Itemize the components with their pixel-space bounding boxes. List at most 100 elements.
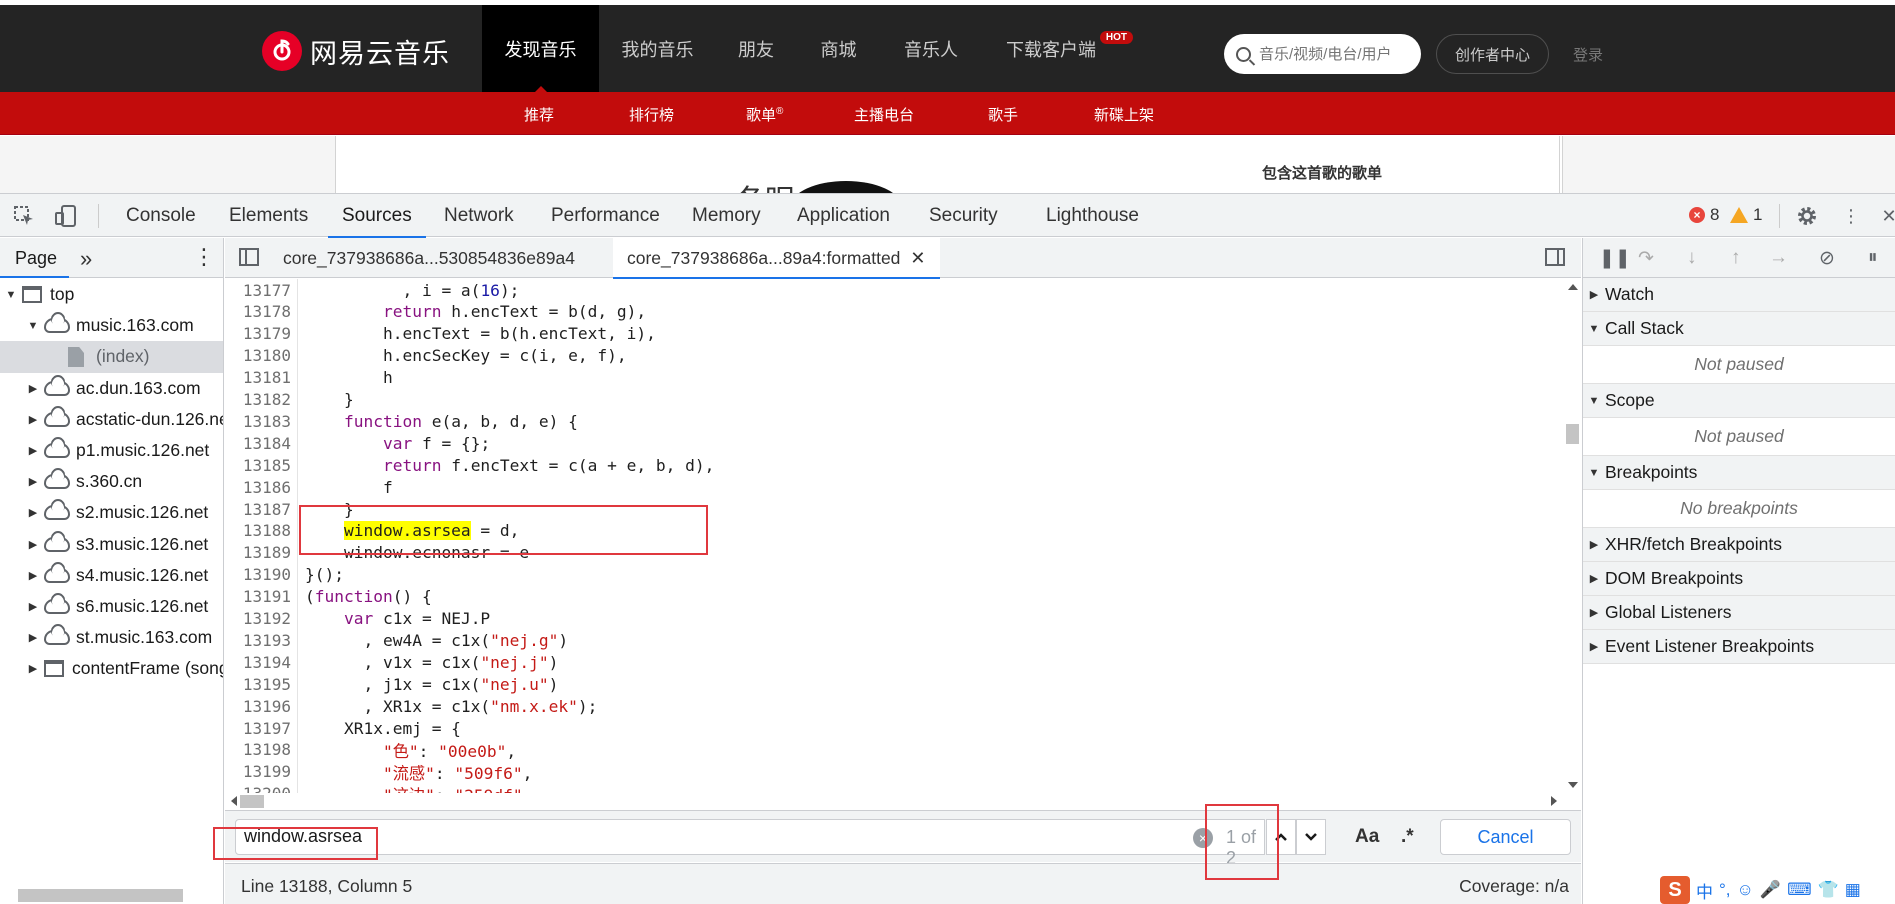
cancel-button[interactable]: Cancel [1440, 819, 1571, 855]
login-link[interactable]: 登录 [1573, 44, 1603, 65]
code-line[interactable]: 13184 var f = {}; [225, 432, 1565, 454]
scroll-thumb[interactable] [1566, 424, 1579, 444]
code-line[interactable]: 13193 , ew4A = c1x("nej.g") [225, 629, 1565, 651]
tab-network[interactable]: Network [444, 194, 514, 237]
code-line[interactable]: 13182 } [225, 389, 1565, 411]
tab-application[interactable]: Application [797, 194, 890, 237]
expand-arrow-right-icon[interactable]: ▶ [26, 600, 40, 613]
code-line[interactable]: 13180 h.encSecKey = c(i, e, f), [225, 345, 1565, 367]
code-line[interactable]: 13187 } [225, 498, 1565, 520]
code-line[interactable]: 13190}(); [225, 564, 1565, 586]
line-number[interactable]: 13179 [225, 324, 291, 343]
toolbox-icon[interactable]: ▦ [1845, 880, 1861, 900]
creator-center-button[interactable]: 创作者中心 [1436, 34, 1549, 74]
close-icon[interactable]: ✕ [1878, 205, 1895, 227]
tree-item[interactable]: ▼ music.163.com [0, 310, 223, 341]
code-line[interactable]: 13186 f [225, 476, 1565, 498]
match-case-button[interactable]: Aa [1355, 826, 1379, 848]
code-view[interactable]: 13177 , i = a(16); 13178 return h.encText… [225, 279, 1581, 793]
more-tabs-icon[interactable]: » [80, 246, 92, 272]
expand-arrow-right-icon[interactable]: ▶ [26, 538, 40, 551]
line-number[interactable]: 13196 [225, 697, 291, 716]
tree-item[interactable]: ▶ p1.music.126.net [0, 435, 223, 466]
expand-arrow-right-icon[interactable]: ▶ [26, 382, 40, 395]
subnav-charts[interactable]: 排行榜 [629, 104, 674, 125]
scroll-down-icon[interactable] [1568, 782, 1578, 788]
line-number[interactable]: 13187 [225, 500, 291, 519]
ime-language[interactable]: 中 [1696, 878, 1713, 903]
tab-sources[interactable]: Sources [328, 194, 426, 238]
tree-item[interactable]: ▶ s4.music.126.net [0, 560, 223, 591]
line-number[interactable]: 13186 [225, 478, 291, 497]
step-out-icon[interactable]: ↑ [1731, 247, 1741, 269]
vertical-scrollbar[interactable] [1565, 279, 1581, 793]
expand-arrow-right-icon[interactable]: ▶ [26, 662, 40, 675]
horizontal-scrollbar[interactable] [225, 793, 1565, 809]
line-number[interactable]: 13195 [225, 675, 291, 694]
code-line[interactable]: 13200 "这边": "259df", [225, 783, 1565, 793]
code-line[interactable]: 13183 function e(a, b, d, e) { [225, 410, 1565, 432]
expand-arrow-right-icon[interactable]: ▶ [1583, 640, 1605, 653]
step-icon[interactable]: → [1769, 247, 1788, 269]
tab-console[interactable]: Console [126, 194, 196, 237]
subnav-recommend[interactable]: 推荐 [524, 104, 554, 125]
step-over-icon[interactable]: ↷ [1638, 247, 1654, 270]
code-line[interactable]: 13192 var c1x = NEJ.P [225, 608, 1565, 630]
expand-arrow-right-icon[interactable]: ▶ [26, 631, 40, 644]
subnav-radio[interactable]: 主播电台 [854, 104, 914, 125]
subnav-new-albums[interactable]: 新碟上架 [1094, 104, 1154, 125]
line-number[interactable]: 13193 [225, 631, 291, 650]
line-number[interactable]: 13199 [225, 762, 291, 781]
code-line[interactable]: 13179 h.encText = b(h.encText, i), [225, 323, 1565, 345]
expand-arrow-right-icon[interactable]: ▶ [26, 506, 40, 519]
expand-arrow-down-icon[interactable]: ▼ [1583, 323, 1605, 335]
debugger-section-xhr-fetch-breakpoints[interactable]: ▶ XHR/fetch Breakpoints [1583, 528, 1895, 562]
line-number[interactable]: 13194 [225, 653, 291, 672]
step-into-icon[interactable]: ↓ [1687, 247, 1697, 269]
subnav-playlists[interactable]: 歌单® [746, 104, 783, 125]
tab-performance[interactable]: Performance [551, 194, 660, 237]
subnav-artists[interactable]: 歌手 [988, 104, 1018, 125]
editor-tab-core-js[interactable]: core_737938686a...530854836e89a4 [283, 238, 575, 278]
tab-elements[interactable]: Elements [229, 194, 308, 237]
expand-arrow-right-icon[interactable]: ▶ [26, 569, 40, 582]
site-nav-store[interactable]: 商城 [796, 5, 881, 92]
expand-arrow-right-icon[interactable]: ▶ [1583, 288, 1605, 301]
line-number[interactable]: 13184 [225, 434, 291, 453]
kebab-menu-icon[interactable]: ⋮ [1840, 205, 1862, 227]
scroll-thumb[interactable] [240, 795, 264, 808]
album-cover[interactable] [791, 181, 901, 193]
code-line[interactable]: 13177 , i = a(16); [225, 279, 1565, 301]
code-line[interactable]: 13188 window.asrsea = d, [225, 520, 1565, 542]
sogou-ime-logo-icon[interactable]: S [1660, 876, 1690, 904]
debugger-section-event-listener-breakpoints[interactable]: ▶ Event Listener Breakpoints [1583, 630, 1895, 664]
tree-item[interactable]: ▶ s.360.cn [0, 466, 223, 497]
tree-item[interactable]: (index) [0, 341, 223, 373]
code-line[interactable]: 13178 return h.encText = b(d, g), [225, 301, 1565, 323]
inspect-element-icon[interactable] [13, 205, 35, 227]
tree-item[interactable]: ▶ s3.music.126.net [0, 529, 223, 560]
tree-item[interactable]: ▼ top [0, 279, 223, 310]
debugger-section-watch[interactable]: ▶ Watch [1583, 278, 1895, 312]
editor-tab-core-formatted[interactable]: core_737938686a...89a4:formatted ✕ [613, 238, 940, 279]
tree-item[interactable]: ▶ ac.dun.163.com [0, 373, 223, 404]
cursor-position[interactable]: Line 13188, Column 5 [241, 876, 412, 897]
pause-on-exceptions-icon[interactable]: ⏸ [1868, 247, 1878, 269]
code-line[interactable]: 13191 (function() { [225, 586, 1565, 608]
line-number[interactable]: 13197 [225, 719, 291, 738]
next-match-button[interactable] [1296, 819, 1326, 855]
line-number[interactable]: 13191 [225, 587, 291, 606]
coverage-status[interactable]: Coverage: n/a [1459, 876, 1569, 897]
debugger-section-breakpoints[interactable]: ▼ Breakpoints [1583, 456, 1895, 490]
error-count[interactable]: × 8 [1689, 205, 1719, 225]
expand-arrow-down-icon[interactable]: ▼ [26, 320, 40, 332]
scroll-left-icon[interactable] [231, 796, 237, 806]
pause-icon[interactable]: ❚❚ [1599, 247, 1631, 270]
site-search[interactable] [1224, 34, 1421, 74]
line-number[interactable]: 13188 [225, 521, 291, 540]
expand-arrow-right-icon[interactable]: ▶ [1583, 572, 1605, 585]
code-line[interactable]: 13197 XR1x.emj = { [225, 717, 1565, 739]
emoji-icon[interactable]: ☺ [1737, 880, 1754, 900]
tree-item[interactable]: ▶ contentFrame (song) [0, 653, 223, 684]
device-toolbar-icon[interactable] [55, 205, 77, 227]
